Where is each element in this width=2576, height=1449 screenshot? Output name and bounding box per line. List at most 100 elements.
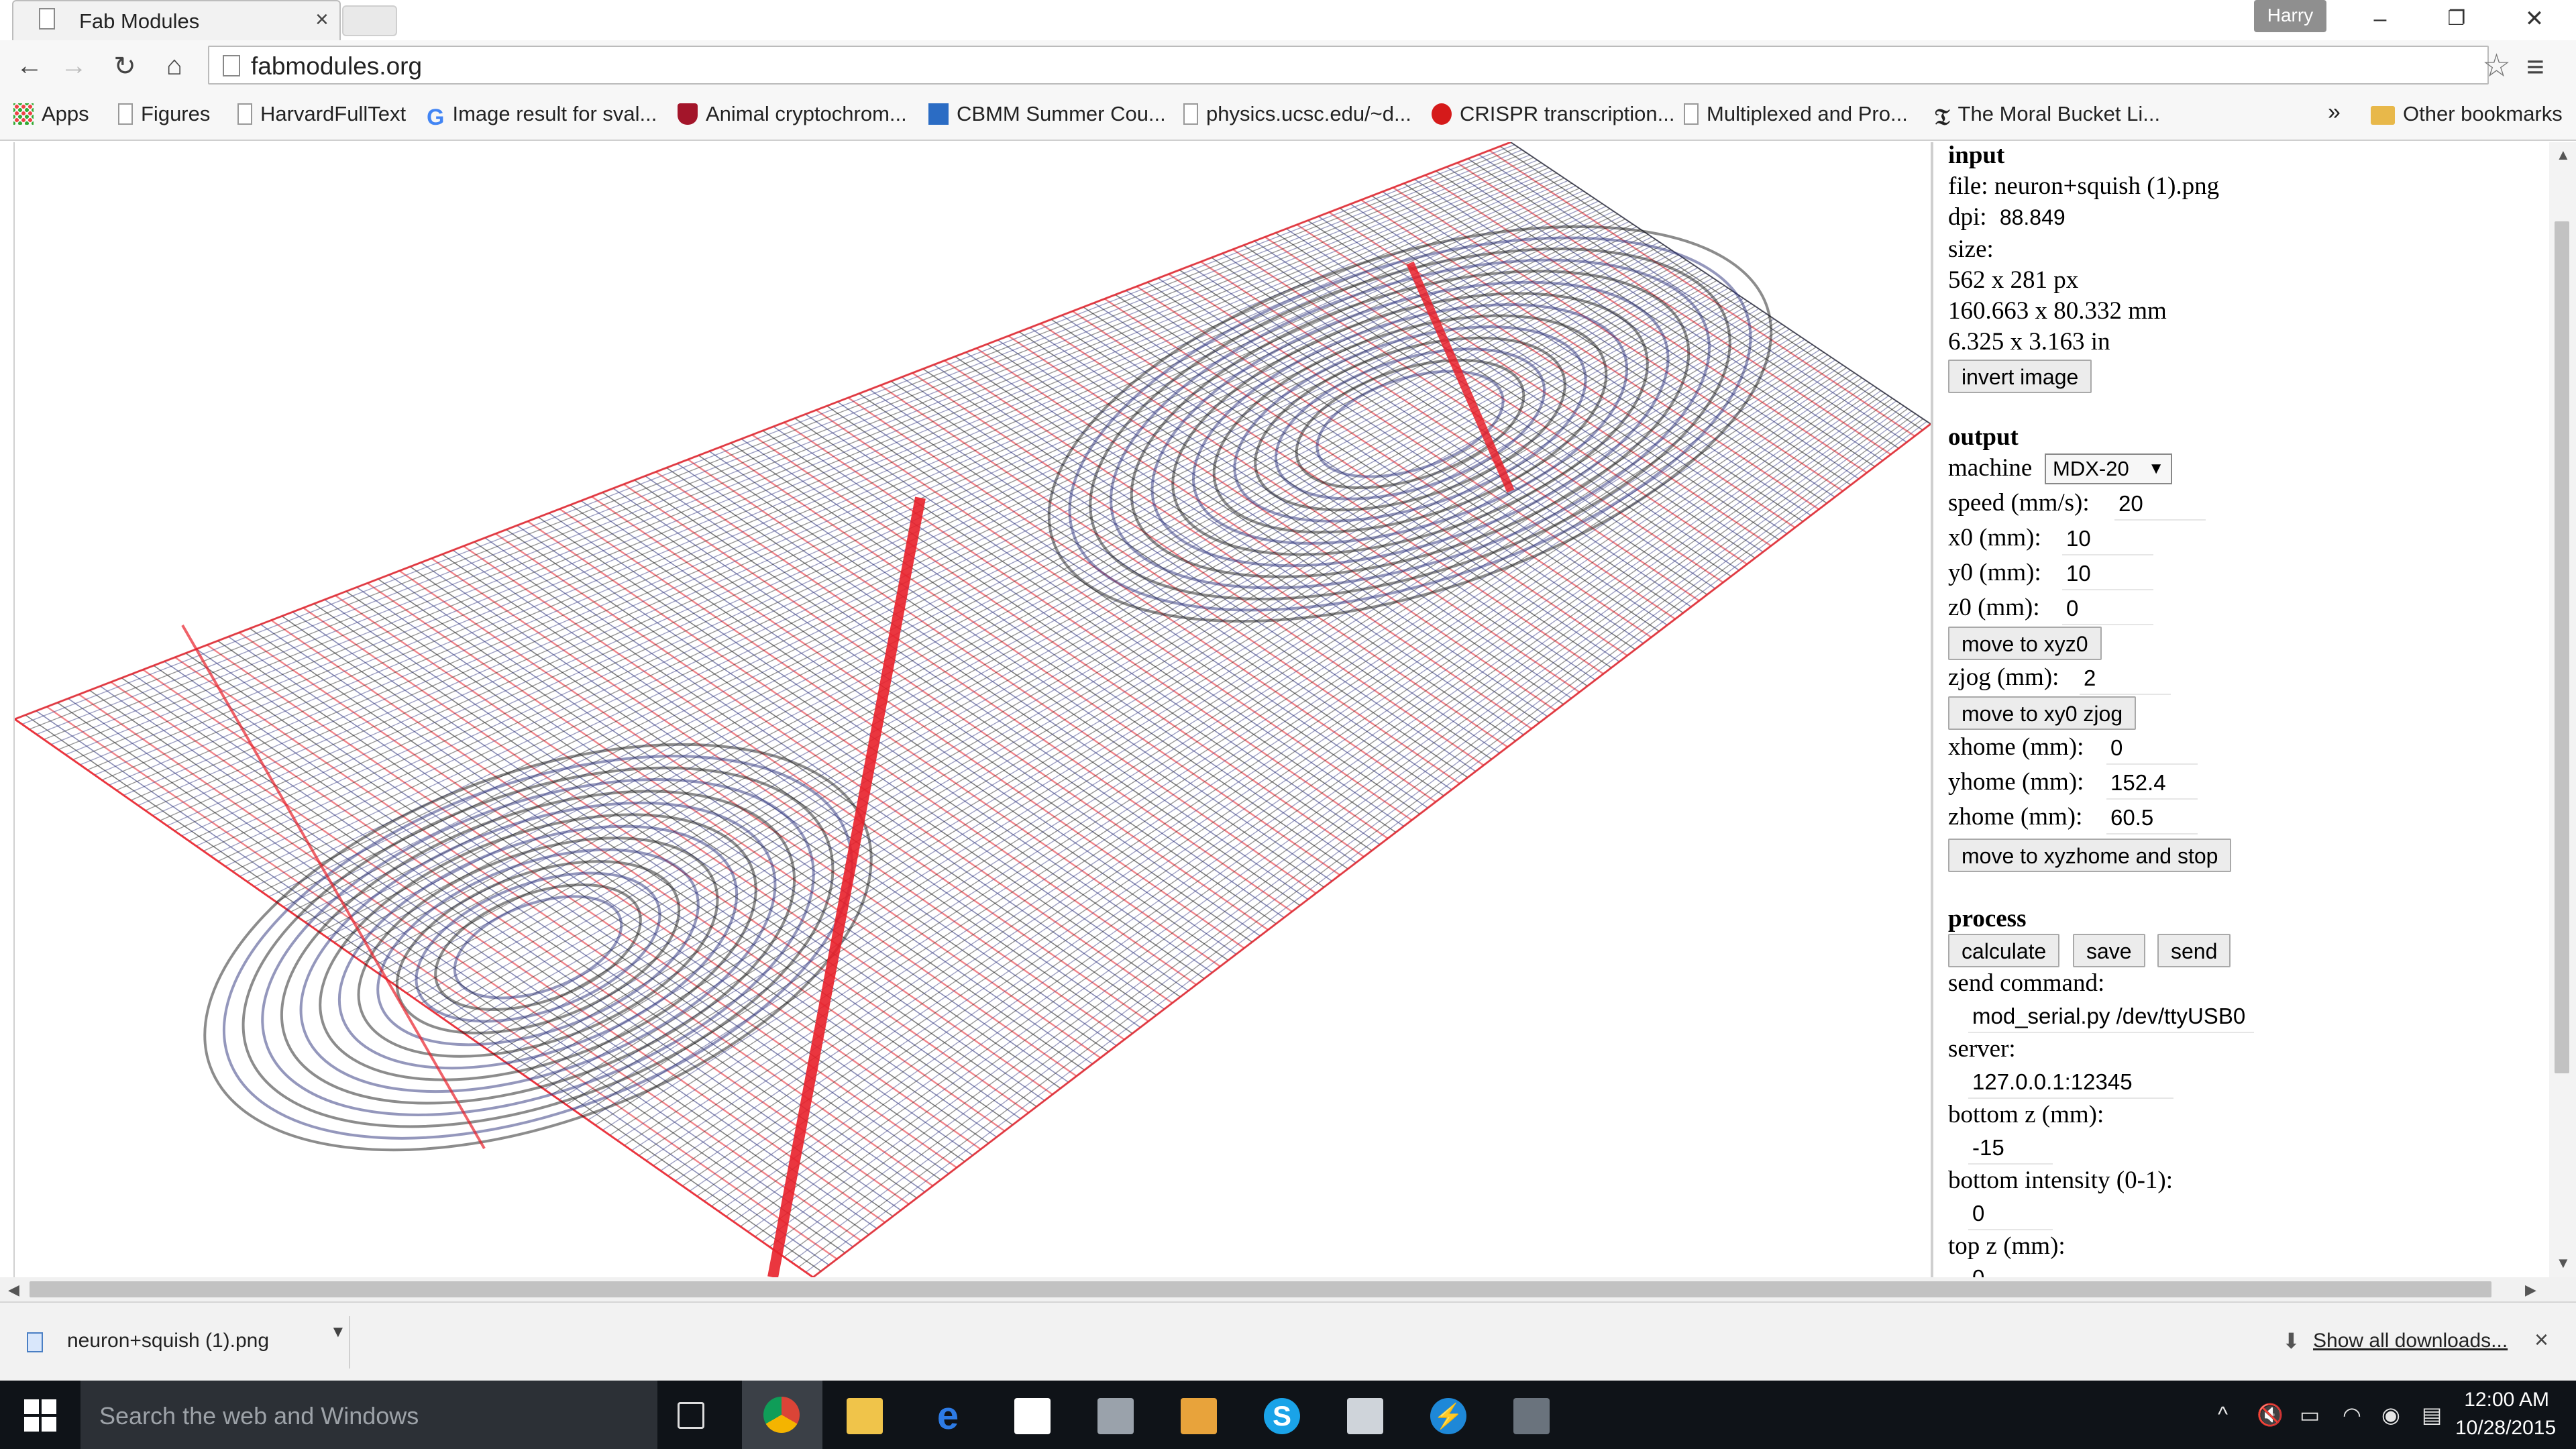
- toolpath-lines: [15, 142, 1931, 1277]
- speed-input[interactable]: 20: [2114, 488, 2206, 521]
- scroll-left-icon[interactable]: ◀: [8, 1281, 19, 1299]
- z0-input[interactable]: 0: [2062, 593, 2153, 625]
- edge-icon[interactable]: e: [930, 1397, 966, 1436]
- download-item[interactable]: neuron+squish (1).png: [67, 1330, 269, 1352]
- machine-label: machine: [1948, 454, 2033, 482]
- y0-input[interactable]: 10: [2062, 558, 2153, 590]
- dpi-field[interactable]: 88.849: [2000, 205, 2065, 229]
- zjog-row: zjog (mm): 2: [1948, 663, 2538, 696]
- bottom-z-input[interactable]: -15: [1968, 1132, 2053, 1165]
- skype-icon[interactable]: S: [1264, 1398, 1300, 1434]
- move-to-xyzhome-button[interactable]: move to xyzhome and stop: [1948, 839, 2232, 872]
- machine-select-value: MDX-20: [2053, 457, 2129, 480]
- action-center-icon[interactable]: ▤: [2422, 1402, 2442, 1428]
- taskbar-search-box[interactable]: Search the web and Windows: [80, 1381, 657, 1449]
- bookmark-animal-cryptochrome[interactable]: Animal cryptochrom...: [678, 102, 907, 126]
- vertical-scrollbar-thumb[interactable]: [2555, 221, 2569, 1073]
- battery-icon[interactable]: ▭: [2300, 1402, 2320, 1428]
- globe-icon[interactable]: ◉: [2381, 1402, 2400, 1428]
- toolpath-canvas[interactable]: [15, 142, 1931, 1277]
- restore-icon[interactable]: ❐: [2436, 4, 2477, 34]
- bookmark-cbmm[interactable]: CBMM Summer Cou...: [928, 102, 1166, 126]
- wifi-icon[interactable]: ◠: [2343, 1402, 2361, 1428]
- top-z-label: top z (mm):: [1948, 1232, 2065, 1260]
- chevron-down-icon[interactable]: ▼: [330, 1323, 346, 1342]
- machine-select[interactable]: MDX-20 ▼: [2045, 453, 2172, 484]
- x0-label: x0 (mm):: [1948, 524, 2041, 551]
- horizontal-scrollbar-thumb[interactable]: [30, 1281, 2491, 1297]
- yhome-input[interactable]: 152.4: [2106, 767, 2198, 800]
- app-icon[interactable]: ⚡: [1430, 1398, 1466, 1434]
- app-icon[interactable]: [1097, 1398, 1134, 1434]
- app-icon[interactable]: [1513, 1398, 1550, 1434]
- bookmarks-overflow-chevron[interactable]: »: [2328, 99, 2341, 125]
- x0-input[interactable]: 10: [2062, 523, 2153, 555]
- taskbar-chrome[interactable]: [742, 1381, 822, 1449]
- close-window-icon[interactable]: ✕: [2514, 4, 2555, 34]
- yhome-label: yhome (mm):: [1948, 768, 2084, 796]
- profile-button[interactable]: Harry: [2254, 0, 2326, 32]
- address-bar[interactable]: fabmodules.org: [208, 46, 2489, 85]
- show-hidden-icons-icon[interactable]: ^: [2218, 1402, 2228, 1427]
- store-icon[interactable]: [1014, 1398, 1051, 1434]
- size-px: 562 x 281 px: [1948, 266, 2079, 294]
- bookmark-star-icon[interactable]: ☆: [2482, 47, 2511, 85]
- page-icon: [237, 103, 252, 125]
- bookmark-harvardfulltext[interactable]: HarvardFullText: [237, 102, 406, 126]
- image-file-icon: [27, 1332, 43, 1352]
- bookmark-figures[interactable]: Figures: [118, 102, 210, 126]
- menu-icon[interactable]: ≡: [2526, 48, 2544, 85]
- send-button[interactable]: send: [2157, 934, 2231, 967]
- move-to-xyz0-button[interactable]: move to xyz0: [1948, 627, 2102, 660]
- invert-image-button[interactable]: invert image: [1948, 360, 2092, 393]
- browser-tab[interactable]: Fab Modules ×: [12, 0, 341, 40]
- server-input[interactable]: 127.0.0.1:12345: [1968, 1067, 2174, 1099]
- bookmark-apps[interactable]: Apps: [13, 102, 89, 126]
- back-icon[interactable]: ←: [11, 51, 48, 81]
- close-icon[interactable]: ×: [2534, 1326, 2548, 1354]
- scroll-right-icon[interactable]: ▶: [2525, 1281, 2536, 1299]
- zhome-input[interactable]: 60.5: [2106, 802, 2198, 835]
- bookmark-multiplexed[interactable]: Multiplexed and Pro...: [1684, 102, 1908, 126]
- chrome-icon: [763, 1397, 800, 1433]
- crispr-icon: [1432, 103, 1452, 125]
- taskbar-date[interactable]: 10/28/2015: [2455, 1417, 2556, 1440]
- x0-row: x0 (mm): 10: [1948, 523, 2538, 557]
- volume-muted-icon[interactable]: 🔇: [2257, 1402, 2284, 1428]
- home-icon[interactable]: ⌂: [156, 51, 193, 81]
- calculate-button[interactable]: calculate: [1948, 934, 2060, 967]
- bookmark-crispr[interactable]: CRISPR transcription...: [1432, 102, 1674, 126]
- close-tab-icon[interactable]: ×: [315, 7, 329, 33]
- save-button[interactable]: save: [2073, 934, 2145, 967]
- fab-modules-panel: input file: neuron+squish (1).png dpi: 8…: [1948, 141, 2538, 1277]
- send-command-input[interactable]: mod_serial.py /dev/ttyUSB0: [1968, 1001, 2254, 1033]
- download-shelf: neuron+squish (1).png ▼ ⬇ Show all downl…: [0, 1301, 2576, 1381]
- size-mm: 160.663 x 80.332 mm: [1948, 297, 2167, 325]
- minimize-icon[interactable]: –: [2360, 4, 2400, 34]
- y0-row: y0 (mm): 10: [1948, 558, 2538, 592]
- scroll-down-icon[interactable]: ▼: [2556, 1254, 2571, 1272]
- windows-start-icon[interactable]: [24, 1399, 56, 1432]
- bookmark-image-result[interactable]: G Image result for sval...: [427, 102, 657, 131]
- bookmark-physics-ucsc[interactable]: physics.ucsc.edu/~d...: [1183, 102, 1411, 126]
- reload-icon[interactable]: ↻: [106, 51, 144, 82]
- bookmark-moral-bucket[interactable]: 𝔗 The Moral Bucket Li...: [1935, 102, 2160, 131]
- forward-icon[interactable]: →: [55, 51, 93, 81]
- size-in: 6.325 x 3.163 in: [1948, 328, 2110, 356]
- speed-row: speed (mm/s): 20: [1948, 488, 2538, 522]
- app-icon[interactable]: [1347, 1398, 1383, 1434]
- zjog-input[interactable]: 2: [2080, 663, 2171, 695]
- show-all-downloads-link[interactable]: Show all downloads...: [2313, 1330, 2508, 1352]
- app-icon[interactable]: [1181, 1398, 1217, 1434]
- other-bookmarks[interactable]: Other bookmarks: [2371, 102, 2563, 126]
- move-to-xy0-zjog-button[interactable]: move to xy0 zjog: [1948, 696, 2137, 730]
- top-z-input[interactable]: 0: [1968, 1263, 2053, 1277]
- taskbar-time[interactable]: 12:00 AM: [2455, 1389, 2549, 1411]
- bottom-intensity-input[interactable]: 0: [1968, 1198, 2053, 1230]
- file-explorer-icon[interactable]: [847, 1398, 883, 1434]
- tab-title: Fab Modules: [79, 9, 200, 33]
- task-view-icon[interactable]: [678, 1402, 704, 1429]
- new-tab-button[interactable]: [342, 5, 397, 36]
- xhome-input[interactable]: 0: [2106, 733, 2198, 765]
- scroll-up-icon[interactable]: ▲: [2556, 146, 2571, 164]
